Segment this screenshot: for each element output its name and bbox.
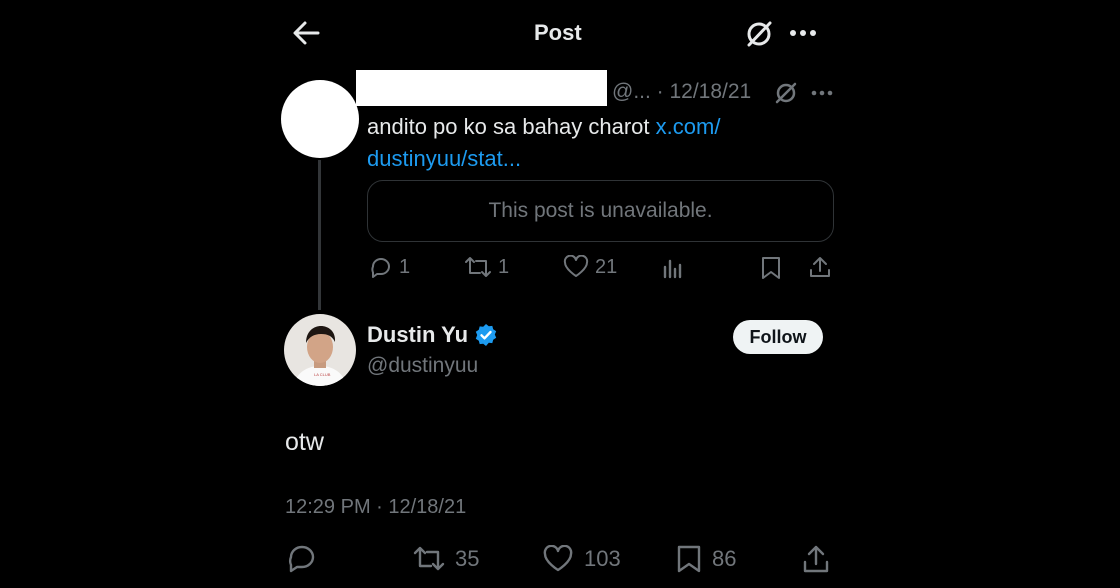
- reply-count: 1: [399, 255, 411, 278]
- quoted-text: andito po ko sa bahay charot: [367, 114, 656, 139]
- unavailable-text: This post is unavailable.: [488, 199, 713, 222]
- like-count: 21: [595, 255, 618, 278]
- bookmark-icon: [676, 545, 702, 573]
- reply-icon: [369, 255, 393, 279]
- thread-line: [318, 160, 321, 310]
- bookmark-button[interactable]: 86: [676, 545, 736, 573]
- quoted-link-line2[interactable]: dustinyuu/stat...: [367, 146, 521, 171]
- svg-text:LA CLUB: LA CLUB: [314, 372, 331, 377]
- author-name: Dustin Yu: [367, 322, 469, 347]
- unavailable-card: This post is unavailable.: [367, 180, 834, 242]
- share-icon[interactable]: [802, 544, 830, 574]
- bookmark-icon[interactable]: [760, 256, 782, 280]
- like-button[interactable]: 103: [542, 545, 621, 573]
- like-button[interactable]: 21: [563, 255, 617, 279]
- page-title: Post: [534, 20, 582, 45]
- quoted-link-line1[interactable]: x.com/: [656, 114, 721, 139]
- back-arrow-icon[interactable]: [292, 20, 320, 46]
- post-timestamp[interactable]: 12:29 PM · 12/18/21: [285, 496, 466, 519]
- more-icon[interactable]: [811, 89, 833, 97]
- redacted-name: [356, 70, 607, 106]
- follow-button[interactable]: Follow: [733, 320, 823, 354]
- repost-button[interactable]: 1: [464, 255, 509, 279]
- heart-icon: [542, 545, 574, 573]
- author-handle[interactable]: @dustinyuu: [367, 354, 478, 378]
- slash-circle-icon[interactable]: [774, 81, 798, 105]
- reply-icon[interactable]: [287, 543, 317, 573]
- slash-circle-icon[interactable]: [744, 19, 774, 49]
- post-text: otw: [285, 428, 324, 456]
- repost-button[interactable]: 35: [413, 545, 479, 573]
- like-count: 103: [584, 546, 621, 571]
- verified-badge-icon[interactable]: [474, 323, 498, 347]
- reply-button[interactable]: 1: [369, 255, 410, 279]
- repost-count: 1: [498, 255, 510, 278]
- heart-icon: [563, 255, 589, 279]
- repost-count: 35: [455, 546, 480, 571]
- more-icon[interactable]: [789, 28, 817, 38]
- bookmark-count: 86: [712, 546, 737, 571]
- analytics-icon[interactable]: [662, 257, 684, 279]
- redacted-avatar[interactable]: [281, 80, 359, 158]
- quoted-post-text: andito po ko sa bahay charot x.com/ dust…: [367, 111, 787, 175]
- share-icon[interactable]: [808, 255, 832, 279]
- quoted-handle-date: @... · 12/18/21: [612, 80, 752, 103]
- repost-icon: [464, 255, 492, 279]
- author-name-row[interactable]: Dustin Yu: [367, 322, 498, 348]
- repost-icon: [413, 545, 445, 573]
- avatar[interactable]: LA CLUB: [284, 314, 356, 386]
